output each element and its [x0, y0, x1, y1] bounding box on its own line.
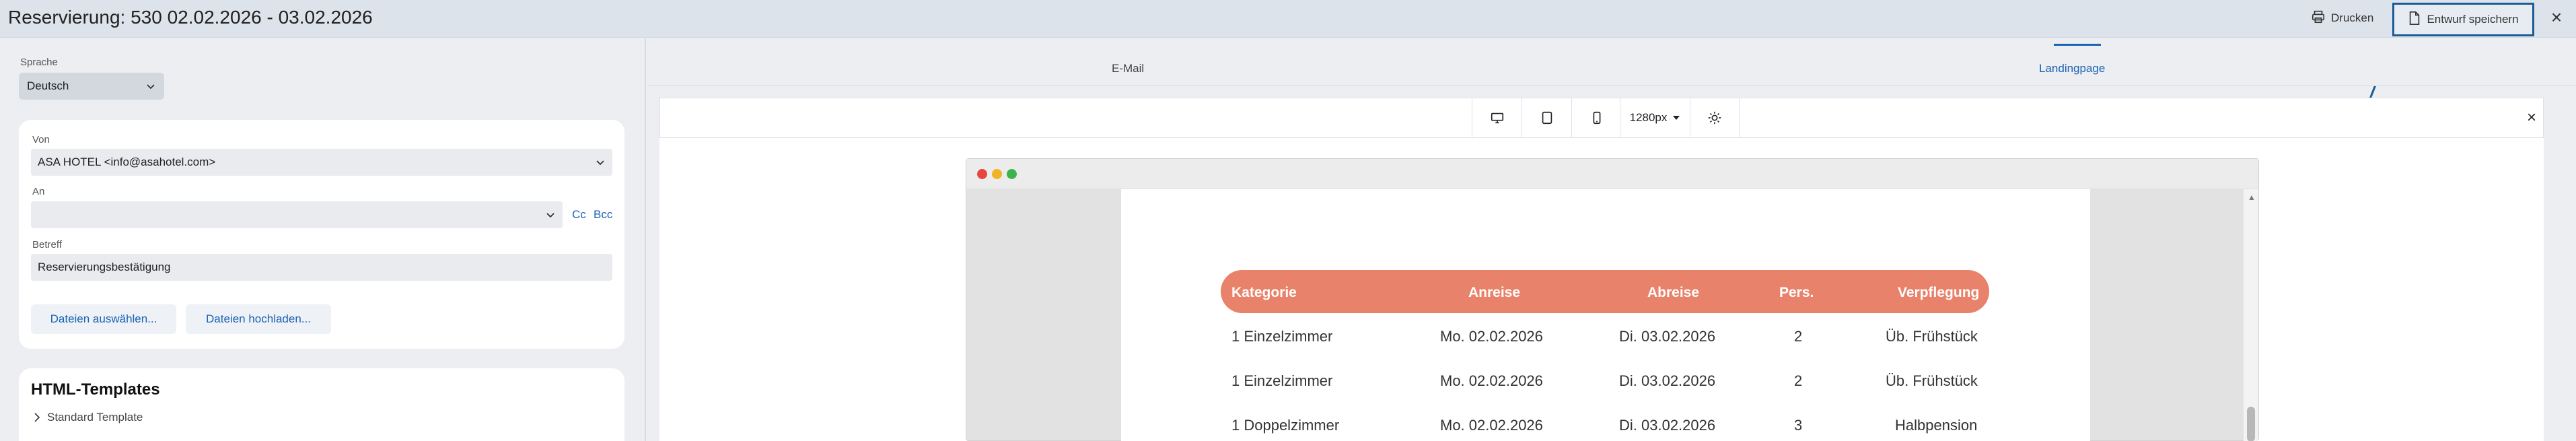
browser-chrome [966, 159, 2258, 189]
save-draft-button[interactable]: Entwurf speichern [2392, 3, 2534, 36]
tab-email[interactable]: E-Mail [1112, 62, 1144, 75]
cc-link[interactable]: Cc [572, 208, 586, 222]
close-preview-icon[interactable]: × [2519, 98, 2544, 137]
language-label: Sprache [20, 57, 58, 68]
preview-scrollbar[interactable] [2244, 189, 2258, 441]
sun-icon [1708, 111, 1721, 125]
app-window: Reservierung: 530 02.02.2026 - 03.02.202… [0, 0, 2576, 441]
language-select[interactable]: Deutsch [19, 73, 164, 100]
table-cell: 2 [1794, 328, 1803, 345]
chevron-down-icon [147, 84, 155, 90]
maximize-dot-icon [1007, 169, 1017, 179]
table-cell: Mo. 02.02.2026 [1440, 372, 1543, 389]
print-button[interactable]: Drucken [2311, 8, 2373, 28]
print-label: Drucken [2331, 11, 2374, 24]
subject-label: Betreff [32, 239, 62, 250]
tablet-view-button[interactable] [1522, 98, 1571, 137]
table-cell: Di. 03.02.2026 [1619, 372, 1716, 389]
from-label: Von [32, 134, 50, 145]
chevron-down-icon [546, 213, 554, 218]
select-files-button[interactable]: Dateien auswählen... [31, 304, 176, 334]
table-cell: 1 Einzelzimmer [1231, 372, 1333, 389]
caret-down-icon [1673, 116, 1680, 120]
table-cell: Mo. 02.02.2026 [1440, 417, 1543, 434]
scrollbar-thumb[interactable] [2247, 407, 2255, 441]
scroll-up-icon[interactable]: ▲ [2248, 193, 2256, 202]
mobile-icon [1593, 111, 1600, 125]
to-select[interactable] [31, 201, 563, 228]
landingpage-content: Kategorie Anreise Abreise Pers. Verpfleg… [1121, 189, 2090, 441]
column-header: Anreise [1468, 285, 1521, 300]
save-draft-label: Entwurf speichern [2427, 13, 2519, 26]
to-label: An [32, 186, 45, 197]
document-icon [2408, 11, 2421, 29]
desktop-view-button[interactable] [1472, 98, 1522, 137]
table-cell: Üb. Frühstück [1886, 328, 1978, 345]
column-header: Kategorie [1231, 285, 1297, 300]
template-item-standard[interactable]: Standard Template [34, 411, 143, 424]
theme-toggle-button[interactable] [1690, 98, 1740, 137]
table-cell: 2 [1794, 372, 1803, 389]
tablet-icon [1542, 111, 1552, 125]
table-cell: 1 Einzelzimmer [1231, 328, 1333, 345]
table-cell: 1 Doppelzimmer [1231, 417, 1340, 434]
tab-landingpage[interactable]: Landingpage [2039, 62, 2105, 75]
chevron-down-icon [596, 160, 604, 166]
printer-icon [2311, 9, 2326, 28]
close-dot-icon [977, 169, 987, 179]
table-header: Kategorie Anreise Abreise Pers. Verpfleg… [1221, 270, 1989, 313]
upload-files-button[interactable]: Dateien hochladen... [186, 304, 331, 334]
column-header: Verpflegung [1898, 285, 1980, 300]
from-value: ASA HOTEL <info@asahotel.com> [38, 156, 216, 168]
desktop-icon [1491, 112, 1503, 124]
mobile-view-button[interactable] [1571, 98, 1621, 137]
language-value: Deutsch [27, 79, 69, 92]
subject-input[interactable]: Reservierungsbestätigung [31, 254, 612, 281]
preview-width-value: 1280px [1629, 111, 1668, 124]
table-cell: Di. 03.02.2026 [1619, 417, 1716, 434]
subject-value: Reservierungsbestätigung [38, 261, 171, 273]
preview-toolbar: 1280px × [659, 98, 2544, 138]
title-bar: Reservierung: 530 02.02.2026 - 03.02.202… [0, 0, 2576, 38]
minimize-dot-icon [992, 169, 1002, 179]
browser-mockup: Kategorie Anreise Abreise Pers. Verpfleg… [966, 158, 2259, 441]
table-cell: 3 [1794, 417, 1803, 434]
from-select[interactable]: ASA HOTEL <info@asahotel.com> [31, 149, 612, 176]
table-cell: Halbpension [1895, 417, 1978, 434]
table-cell: Di. 03.02.2026 [1619, 328, 1716, 345]
preview-width-select[interactable]: 1280px [1620, 98, 1690, 137]
templates-title: HTML-Templates [31, 380, 160, 399]
active-tab-indicator [2054, 44, 2101, 46]
chevron-right-icon [34, 413, 40, 422]
page-title: Reservierung: 530 02.02.2026 - 03.02.202… [8, 7, 373, 28]
template-item-label: Standard Template [47, 411, 143, 423]
templates-card [19, 368, 624, 441]
tab-bar [648, 38, 2576, 86]
close-dialog-icon[interactable]: × [2548, 7, 2565, 28]
table-cell: Mo. 02.02.2026 [1440, 328, 1543, 345]
column-header: Abreise [1647, 285, 1700, 300]
bcc-link[interactable]: Bcc [594, 208, 612, 222]
table-cell: Üb. Frühstück [1886, 372, 1978, 389]
column-header: Pers. [1779, 285, 1814, 300]
